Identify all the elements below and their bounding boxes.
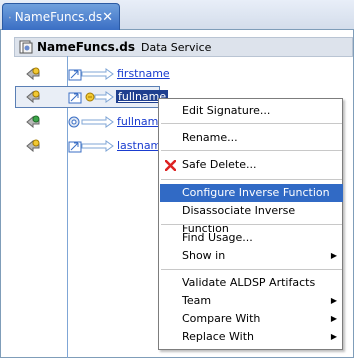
page-subtitle: Data Service [141, 40, 212, 54]
delete-x-icon [165, 160, 176, 171]
menu-item-label: Replace With [182, 330, 254, 343]
menu-separator [161, 179, 342, 180]
menu-separator [161, 150, 342, 151]
menu-separator [161, 224, 342, 225]
menu-item-label: Compare With [182, 312, 261, 325]
menu-item-safe-delete[interactable]: Safe Delete... [160, 156, 343, 174]
menu-separator [161, 123, 342, 124]
menu-item-compare-with[interactable]: Compare With ▶ [160, 310, 343, 328]
submenu-arrow-icon: ▶ [330, 332, 337, 341]
gear-mapping-icon [68, 116, 114, 128]
menu-item-label: Team [182, 294, 212, 307]
mapping-arrow-icon [68, 140, 114, 153]
editor-tab-bar: NameFuncs.ds ✕ [0, 0, 354, 30]
menu-item-edit-signature[interactable]: Edit Signature... [160, 102, 343, 120]
menu-separator [161, 269, 342, 270]
submenu-arrow-icon: ▶ [330, 251, 337, 260]
menu-item-disassociate-inverse-function[interactable]: Disassociate Inverse Function [160, 202, 343, 235]
read-function-icon [26, 67, 40, 81]
data-service-icon [19, 40, 33, 54]
menu-item-validate-aldsp[interactable]: Validate ALDSP Artifacts [160, 274, 343, 292]
menu-item-replace-with[interactable]: Replace With ▶ [160, 328, 343, 346]
menu-item-rename[interactable]: Rename... [160, 129, 343, 147]
menu-item-label: Show in [182, 249, 226, 262]
page-title: NameFuncs.ds [37, 40, 136, 54]
submenu-arrow-icon: ▶ [330, 296, 337, 305]
data-service-file-icon [9, 16, 11, 18]
mapping-arrow-icon [68, 91, 114, 104]
function-row-fullname[interactable]: fullname [0, 111, 165, 133]
read-function-icon [26, 90, 40, 104]
function-link-firstname[interactable]: firstname [117, 67, 170, 80]
menu-item-configure-inverse-function[interactable]: Configure Inverse Function [160, 184, 343, 202]
tab-label: NameFuncs.ds [14, 10, 103, 24]
function-row-fullname-selected[interactable]: fullname [0, 86, 169, 108]
menu-item-find-usage[interactable]: Find Usage... [160, 229, 343, 247]
procedure-function-icon [26, 115, 40, 129]
menu-item-show-in[interactable]: Show in ▶ [160, 247, 343, 265]
menu-item-label: Safe Delete... [182, 158, 257, 171]
data-service-header: NameFuncs.ds Data Service [14, 37, 353, 57]
function-row-lastname[interactable]: lastname [0, 135, 168, 157]
menu-item-team[interactable]: Team ▶ [160, 292, 343, 310]
function-row-firstname[interactable]: firstname [0, 63, 170, 85]
close-icon[interactable]: ✕ [102, 10, 113, 25]
context-menu: Edit Signature... Rename... Safe Delete.… [158, 98, 343, 350]
mapping-arrow-icon [68, 68, 114, 81]
read-function-icon [26, 139, 40, 153]
tab-namefuncs[interactable]: NameFuncs.ds ✕ [2, 3, 120, 30]
submenu-arrow-icon: ▶ [330, 314, 337, 323]
